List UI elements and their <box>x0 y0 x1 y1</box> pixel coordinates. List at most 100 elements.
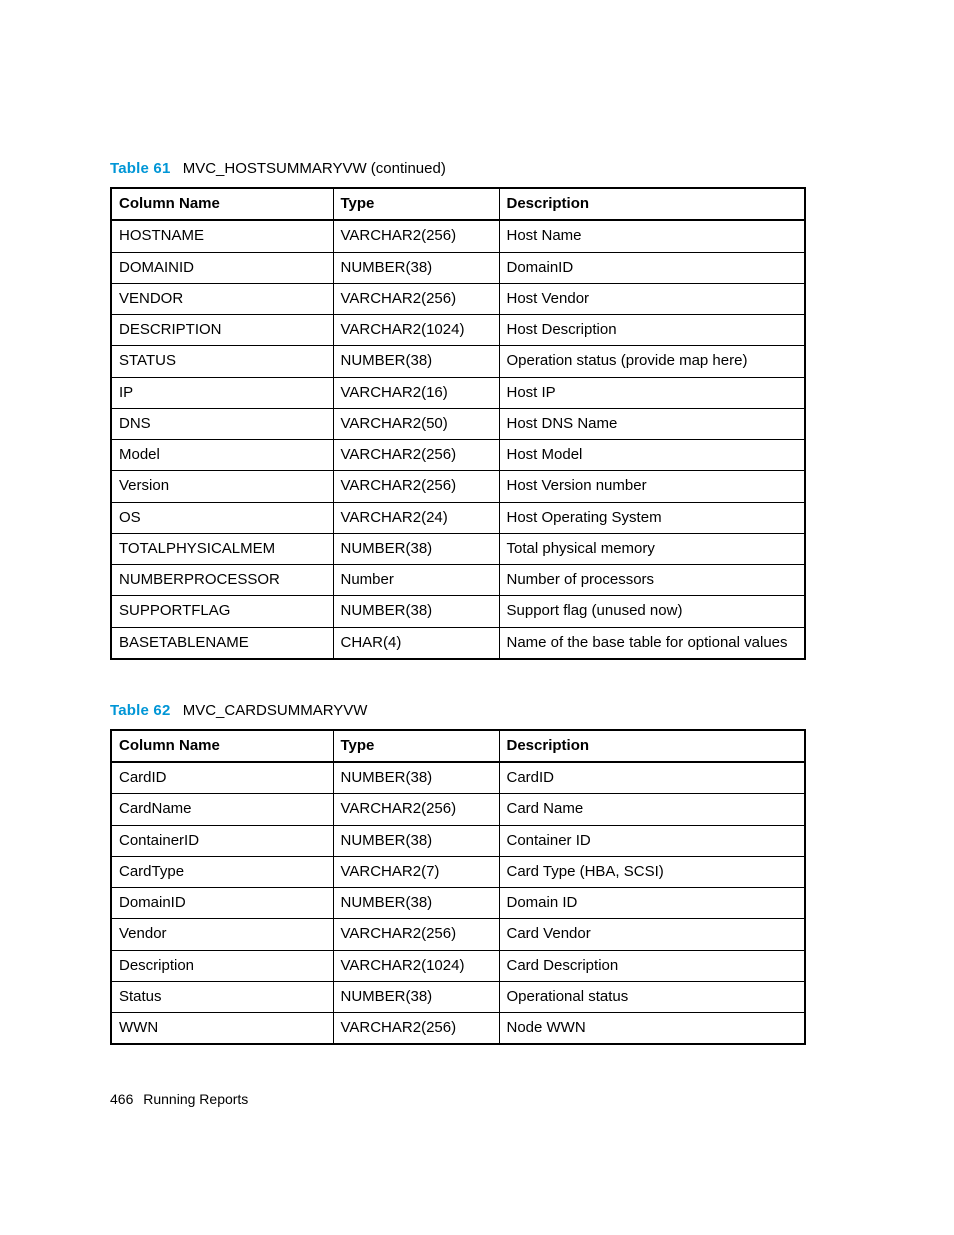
table-row: HOSTNAMEVARCHAR2(256)Host Name <box>111 220 805 252</box>
table-row: VersionVARCHAR2(256)Host Version number <box>111 471 805 502</box>
cell-type: VARCHAR2(256) <box>333 283 499 314</box>
cell-type: VARCHAR2(256) <box>333 919 499 950</box>
cell-col: CardType <box>111 856 333 887</box>
col-header-desc: Description <box>499 188 805 220</box>
table-row: TOTALPHYSICALMEMNUMBER(38)Total physical… <box>111 533 805 564</box>
cell-desc: Host Name <box>499 220 805 252</box>
col-header-name: Column Name <box>111 730 333 762</box>
cell-type: NUMBER(38) <box>333 981 499 1012</box>
cell-col: OS <box>111 502 333 533</box>
cell-desc: Operational status <box>499 981 805 1012</box>
cell-col: CardName <box>111 794 333 825</box>
cell-desc: Host Version number <box>499 471 805 502</box>
cell-col: ContainerID <box>111 825 333 856</box>
page: Table 61 MVC_HOSTSUMMARYVW (continued) C… <box>0 0 954 1235</box>
cell-desc: Card Name <box>499 794 805 825</box>
cell-col: NUMBERPROCESSOR <box>111 565 333 596</box>
cell-desc: Support flag (unused now) <box>499 596 805 627</box>
cell-col: BASETABLENAME <box>111 627 333 659</box>
table-62-title: MVC_CARDSUMMARYVW <box>183 702 368 719</box>
cell-type: VARCHAR2(256) <box>333 440 499 471</box>
table-row: DESCRIPTIONVARCHAR2(1024)Host Descriptio… <box>111 315 805 346</box>
cell-desc: DomainID <box>499 252 805 283</box>
cell-desc: Card Vendor <box>499 919 805 950</box>
cell-desc: Node WWN <box>499 1013 805 1045</box>
table-row: OSVARCHAR2(24)Host Operating System <box>111 502 805 533</box>
cell-desc: Container ID <box>499 825 805 856</box>
cell-col: DOMAINID <box>111 252 333 283</box>
cell-desc: CardID <box>499 762 805 794</box>
cell-col: DNS <box>111 408 333 439</box>
cell-desc: Host Vendor <box>499 283 805 314</box>
table-row: BASETABLENAMECHAR(4)Name of the base tab… <box>111 627 805 659</box>
table-row: STATUSNUMBER(38)Operation status (provid… <box>111 346 805 377</box>
table-row: CardNameVARCHAR2(256)Card Name <box>111 794 805 825</box>
table-row: DOMAINIDNUMBER(38)DomainID <box>111 252 805 283</box>
cell-desc: Total physical memory <box>499 533 805 564</box>
cell-type: VARCHAR2(256) <box>333 794 499 825</box>
cell-type: NUMBER(38) <box>333 888 499 919</box>
cell-col: TOTALPHYSICALMEM <box>111 533 333 564</box>
cell-col: IP <box>111 377 333 408</box>
cell-type: NUMBER(38) <box>333 596 499 627</box>
table-row: DomainIDNUMBER(38)Domain ID <box>111 888 805 919</box>
cell-desc: Domain ID <box>499 888 805 919</box>
cell-type: VARCHAR2(1024) <box>333 315 499 346</box>
cell-col: VENDOR <box>111 283 333 314</box>
cell-type: Number <box>333 565 499 596</box>
table-header-row: Column Name Type Description <box>111 730 805 762</box>
cell-col: DESCRIPTION <box>111 315 333 346</box>
cell-type: VARCHAR2(50) <box>333 408 499 439</box>
table-61-caption: Table 61 MVC_HOSTSUMMARYVW (continued) <box>110 160 844 177</box>
cell-col: WWN <box>111 1013 333 1045</box>
cell-col: SUPPORTFLAG <box>111 596 333 627</box>
cell-type: VARCHAR2(7) <box>333 856 499 887</box>
col-header-type: Type <box>333 730 499 762</box>
cell-col: Status <box>111 981 333 1012</box>
table-row: DNSVARCHAR2(50)Host DNS Name <box>111 408 805 439</box>
cell-col: Description <box>111 950 333 981</box>
table-row: NUMBERPROCESSORNumberNumber of processor… <box>111 565 805 596</box>
cell-type: VARCHAR2(256) <box>333 1013 499 1045</box>
table-row: CardTypeVARCHAR2(7)Card Type (HBA, SCSI) <box>111 856 805 887</box>
cell-type: VARCHAR2(16) <box>333 377 499 408</box>
table-row: StatusNUMBER(38)Operational status <box>111 981 805 1012</box>
table-61: Column Name Type Description HOSTNAMEVAR… <box>110 187 806 660</box>
cell-desc: Name of the base table for optional valu… <box>499 627 805 659</box>
table-62: Column Name Type Description CardIDNUMBE… <box>110 729 806 1046</box>
cell-col: HOSTNAME <box>111 220 333 252</box>
col-header-name: Column Name <box>111 188 333 220</box>
table-row: VENDORVARCHAR2(256)Host Vendor <box>111 283 805 314</box>
cell-desc: Host Description <box>499 315 805 346</box>
cell-type: VARCHAR2(1024) <box>333 950 499 981</box>
col-header-desc: Description <box>499 730 805 762</box>
cell-desc: Number of processors <box>499 565 805 596</box>
cell-desc: Host IP <box>499 377 805 408</box>
cell-type: NUMBER(38) <box>333 533 499 564</box>
page-footer: 466 Running Reports <box>110 1091 248 1107</box>
cell-desc: Operation status (provide map here) <box>499 346 805 377</box>
cell-col: DomainID <box>111 888 333 919</box>
table-row: DescriptionVARCHAR2(1024)Card Descriptio… <box>111 950 805 981</box>
cell-desc: Host DNS Name <box>499 408 805 439</box>
cell-type: VARCHAR2(256) <box>333 220 499 252</box>
table-61-label: Table 61 <box>110 160 171 177</box>
cell-type: NUMBER(38) <box>333 825 499 856</box>
table-row: ModelVARCHAR2(256)Host Model <box>111 440 805 471</box>
table-row: SUPPORTFLAGNUMBER(38)Support flag (unuse… <box>111 596 805 627</box>
table-62-caption: Table 62 MVC_CARDSUMMARYVW <box>110 702 844 719</box>
cell-col: Vendor <box>111 919 333 950</box>
table-header-row: Column Name Type Description <box>111 188 805 220</box>
table-62-label: Table 62 <box>110 702 171 719</box>
table-row: WWNVARCHAR2(256)Node WWN <box>111 1013 805 1045</box>
cell-type: VARCHAR2(24) <box>333 502 499 533</box>
cell-col: Model <box>111 440 333 471</box>
table-row: VendorVARCHAR2(256)Card Vendor <box>111 919 805 950</box>
table-row: ContainerIDNUMBER(38)Container ID <box>111 825 805 856</box>
cell-type: VARCHAR2(256) <box>333 471 499 502</box>
cell-type: CHAR(4) <box>333 627 499 659</box>
cell-desc: Host Model <box>499 440 805 471</box>
cell-type: NUMBER(38) <box>333 762 499 794</box>
cell-col: STATUS <box>111 346 333 377</box>
cell-desc: Card Type (HBA, SCSI) <box>499 856 805 887</box>
